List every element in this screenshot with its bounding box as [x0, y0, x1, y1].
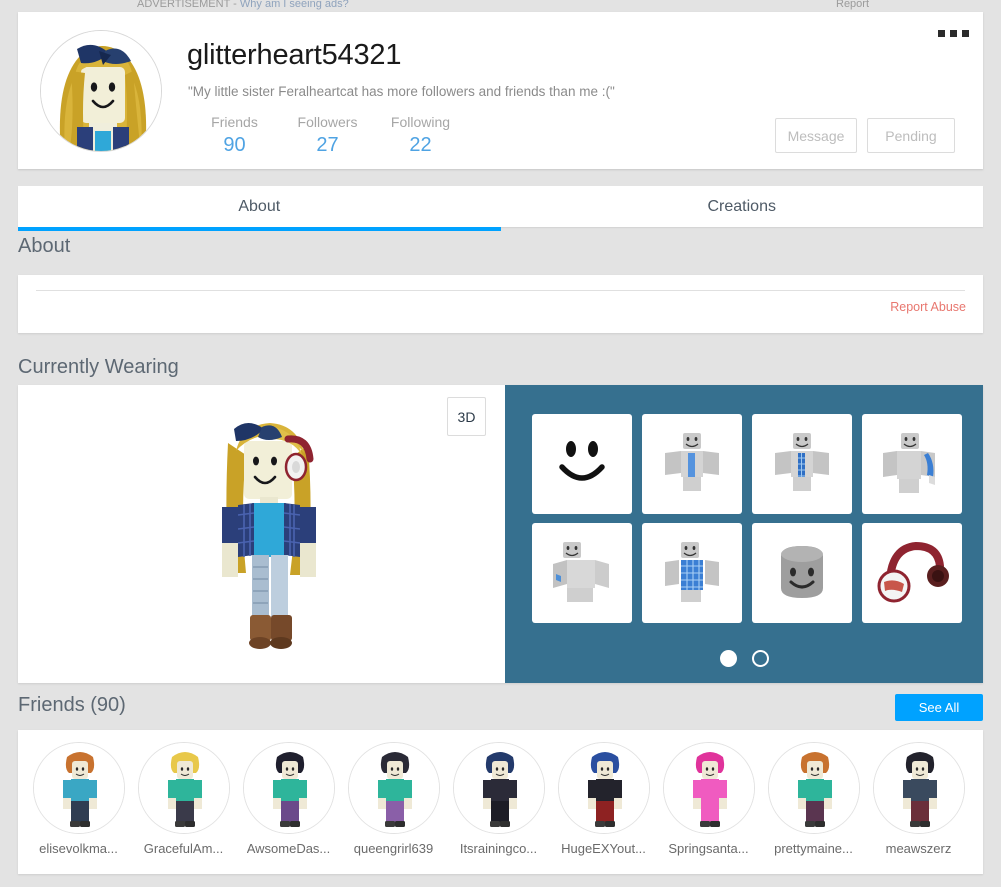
profile-tabs: About Creations [18, 186, 984, 231]
stat-following-label: Following [390, 114, 451, 130]
stat-following-value: 22 [409, 134, 432, 156]
tab-creations[interactable]: Creations [501, 186, 984, 227]
carousel-dot-1[interactable] [719, 650, 737, 667]
item-shirt-blue-checkered[interactable] [642, 523, 742, 623]
friend-avatar[interactable] [242, 742, 335, 834]
currently-wearing-section: 3D [18, 385, 983, 683]
friend-name: AwsomeDas... [246, 841, 331, 856]
report-abuse-link[interactable]: Report Abuse [890, 300, 966, 314]
friend-avatar[interactable] [347, 742, 440, 834]
wearing-items-grid [532, 414, 983, 623]
stat-friends-value: 90 [223, 134, 246, 156]
friend-item[interactable]: GracefulAm... [131, 742, 236, 856]
message-button[interactable]: Message [775, 118, 857, 153]
item-shirt-plain[interactable] [532, 523, 632, 623]
carousel-dots [505, 650, 983, 667]
avatar-full-body [222, 423, 316, 649]
stat-followers[interactable]: Followers 27 [281, 112, 374, 158]
profile-bio: "My little sister Feralheartcat has more… [188, 84, 615, 99]
about-divider [36, 290, 965, 291]
friend-item[interactable]: meawszerz [866, 742, 971, 856]
friend-avatar[interactable] [137, 742, 230, 834]
item-head-gray[interactable] [752, 523, 852, 623]
ellipsis-icon[interactable] [938, 30, 969, 37]
friend-name: queengrirl639 [353, 841, 434, 856]
item-jacket-blue-sleeve[interactable] [862, 414, 962, 514]
friend-avatar[interactable] [767, 742, 860, 834]
pending-button[interactable]: Pending [867, 118, 955, 153]
friends-list: elisevolkma... GracefulAm... AwsomeDas... q… [18, 730, 983, 874]
profile-header-card: glitterheart54321 "My little sister Fera… [18, 12, 983, 169]
item-face-smile[interactable] [532, 414, 632, 514]
friend-avatar[interactable] [662, 742, 755, 834]
advertisement-label: ADVERTISEMENT - Why am I seeing ads? [137, 0, 349, 10]
friend-name: GracefulAm... [143, 841, 224, 856]
friend-name: Springsanta... [668, 841, 749, 856]
avatar[interactable] [40, 30, 162, 152]
wearing-items-panel [505, 385, 983, 683]
profile-stats: Friends 90 Followers 27 Following 22 [188, 112, 467, 158]
item-headphones-red[interactable] [862, 523, 962, 623]
item-shirt-blue-tie[interactable] [642, 414, 742, 514]
carousel-dot-2[interactable] [751, 650, 769, 667]
friend-avatar[interactable] [32, 742, 125, 834]
ad-report-link[interactable]: Report [836, 0, 869, 10]
friend-item[interactable]: Itsrainingco... [446, 742, 551, 856]
item-shirt-checkered-tie[interactable] [752, 414, 852, 514]
friend-name: meawszerz [885, 841, 952, 856]
about-heading: About [18, 235, 71, 257]
friend-item[interactable]: queengrirl639 [341, 742, 446, 856]
currently-wearing-heading: Currently Wearing [18, 356, 179, 378]
friend-item[interactable]: AwsomeDas... [236, 742, 341, 856]
stat-following[interactable]: Following 22 [374, 112, 467, 158]
friend-avatar[interactable] [872, 742, 965, 834]
friend-name: elisevolkma... [39, 841, 118, 856]
profile-actions: Message Pending [775, 118, 955, 153]
friend-item[interactable]: Springsanta... [656, 742, 761, 856]
stat-friends[interactable]: Friends 90 [188, 112, 281, 158]
friend-item[interactable]: prettymaine... [761, 742, 866, 856]
why-ads-link[interactable]: Why am I seeing ads? [240, 0, 349, 10]
friend-name: Itsrainingco... [459, 841, 538, 856]
friend-name: HugeEXYout... [561, 841, 646, 856]
stat-friends-label: Friends [211, 114, 258, 130]
stat-followers-label: Followers [297, 114, 358, 130]
view-3d-button[interactable]: 3D [447, 397, 486, 436]
friend-avatar[interactable] [452, 742, 545, 834]
roblox-profile-page: ADVERTISEMENT - Why am I seeing ads? Rep… [0, 0, 1001, 887]
friend-avatar[interactable] [557, 742, 650, 834]
friend-item[interactable]: HugeEXYout... [551, 742, 656, 856]
stat-followers-value: 27 [316, 134, 339, 156]
page-title: glitterheart54321 [187, 39, 402, 71]
about-card: Report Abuse [18, 275, 983, 333]
tab-about[interactable]: About [18, 186, 501, 231]
friends-heading: Friends (90) [18, 694, 126, 716]
see-all-friends-button[interactable]: See All [895, 694, 983, 721]
avatar-preview-panel: 3D [18, 385, 505, 683]
friend-item[interactable]: elisevolkma... [26, 742, 131, 856]
friend-name: prettymaine... [774, 841, 853, 856]
